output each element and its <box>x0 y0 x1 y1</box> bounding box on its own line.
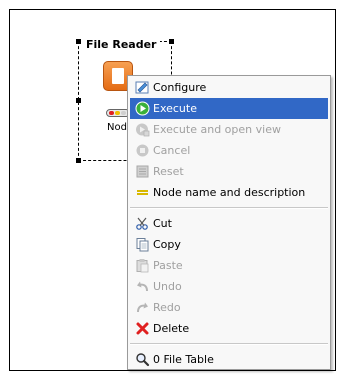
menu-separator <box>130 343 328 345</box>
resize-handle-bottom-left[interactable] <box>76 158 81 163</box>
undo-icon <box>135 279 150 294</box>
status-green-light <box>121 111 126 115</box>
resize-handle-left[interactable] <box>76 98 81 103</box>
menu-item-cancel[interactable]: Cancel <box>128 140 330 161</box>
resize-handle-top-right[interactable] <box>169 39 174 44</box>
menu-item-label: Execute <box>153 102 197 115</box>
menu-item-label: Paste <box>153 259 183 272</box>
delete-icon <box>135 321 150 336</box>
menu-item-label: Delete <box>153 322 190 335</box>
menu-item-delete[interactable]: Delete <box>128 318 330 339</box>
menu-item-file-table[interactable]: 0 File Table <box>128 349 330 370</box>
execute-icon <box>135 101 150 116</box>
menu-item-redo[interactable]: Redo <box>128 297 330 318</box>
menu-item-label: Redo <box>153 301 181 314</box>
menu-item-label: 0 File Table <box>153 353 214 366</box>
menu-item-label: Execute and open view <box>153 123 281 136</box>
node-label[interactable]: Nod <box>107 122 127 134</box>
redo-icon <box>135 300 150 315</box>
copy-icon <box>135 237 150 252</box>
menu-item-reset[interactable]: Reset <box>128 161 330 182</box>
menu-item-label: Copy <box>153 238 181 251</box>
menu-item-paste[interactable]: Paste <box>128 255 330 276</box>
node-title: File Reader <box>82 38 161 52</box>
node-name-icon <box>135 185 150 200</box>
cut-icon <box>135 216 150 231</box>
menu-item-label: Cut <box>153 217 172 230</box>
menu-item-label: Cancel <box>153 144 191 157</box>
execute-open-view-icon <box>135 122 150 137</box>
menu-item-undo[interactable]: Undo <box>128 276 330 297</box>
cancel-icon <box>135 143 150 158</box>
menu-item-cut[interactable]: Cut <box>128 213 330 234</box>
reset-icon <box>135 164 150 179</box>
menu-item-label: Undo <box>153 280 182 293</box>
menu-item-configure[interactable]: Configure <box>128 77 330 98</box>
menu-item-label: Reset <box>153 165 184 178</box>
configure-icon <box>135 80 150 95</box>
menu-item-copy[interactable]: Copy <box>128 234 330 255</box>
status-red-light <box>109 111 114 115</box>
context-menu: Configure Execute Execute and open view … <box>127 75 331 370</box>
menu-item-execute[interactable]: Execute <box>130 98 328 119</box>
status-yellow-light <box>115 111 120 115</box>
menu-item-label: Node name and description <box>153 186 306 199</box>
resize-handle-top-left[interactable] <box>76 39 81 44</box>
paste-icon <box>135 258 150 273</box>
menu-item-label: Configure <box>153 81 207 94</box>
menu-item-execute-open-view[interactable]: Execute and open view <box>128 119 330 140</box>
menu-item-node-name-description[interactable]: Node name and description <box>128 182 330 203</box>
menu-separator <box>130 207 328 209</box>
magnifier-icon <box>135 352 150 367</box>
